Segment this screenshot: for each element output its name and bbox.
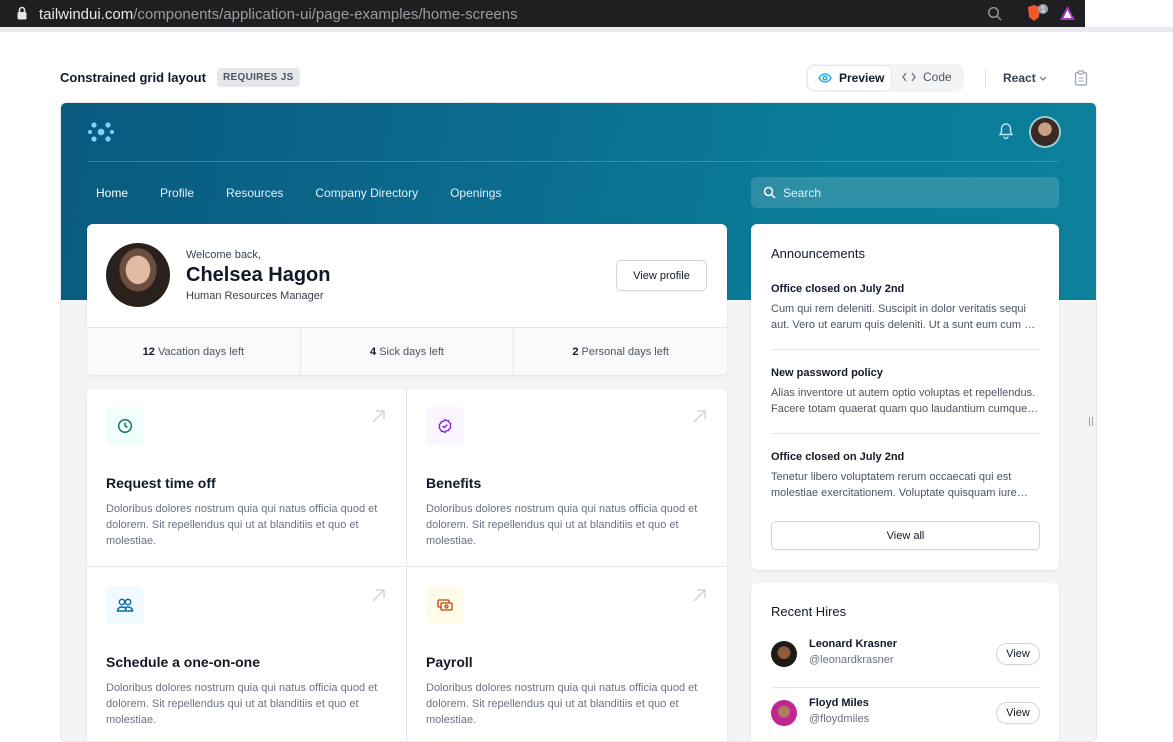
- brave-rewards-icon[interactable]: [1060, 6, 1075, 20]
- preview-tab[interactable]: Preview: [807, 65, 892, 91]
- arrow-up-right-icon: [693, 410, 706, 423]
- hire-handle: @leonardkrasner: [809, 654, 894, 666]
- arrow-up-right-icon: [372, 410, 385, 423]
- profile-role: Human Resources Manager: [186, 290, 324, 302]
- announcement-body: Tenetur libero voluptatem rerum occaecat…: [771, 471, 1017, 499]
- announcement-item[interactable]: Office closed on July 2nd Cum qui rem de…: [771, 283, 1040, 350]
- view-profile-button[interactable]: View profile: [616, 260, 707, 291]
- action-payroll[interactable]: Payroll Doloribus dolores nostrum quia q…: [407, 568, 727, 741]
- announcement-body: Cum qui rem deleniti. Suscipit in dolor …: [771, 303, 1034, 331]
- main-nav: Home Profile Resources Company Directory…: [87, 178, 524, 209]
- stat-vacation: 12 Vacation days left: [87, 328, 301, 375]
- arrow-up-right-icon: [693, 589, 706, 602]
- requires-js-badge: REQUIRES JS: [217, 68, 300, 87]
- badge-check-icon: [426, 407, 464, 445]
- toolbar-divider: [985, 68, 986, 88]
- announcement-item[interactable]: Office closed on July 2nd Tenetur libero…: [771, 451, 1040, 501]
- users-icon: [106, 586, 144, 624]
- action-title: Request time off: [106, 475, 216, 491]
- action-title: Payroll: [426, 654, 473, 670]
- browser-toolbar: tailwindui.com/components/application-ui…: [0, 0, 1085, 27]
- stats-bar: 12 Vacation days left 4 Sick days left 2…: [87, 327, 727, 375]
- recent-hires-card: Recent Hires Leonard Krasner @leonardkra…: [751, 583, 1059, 741]
- chevron-down-icon: [1039, 76, 1047, 81]
- clipboard-icon[interactable]: [1074, 70, 1088, 86]
- hire-row: Floyd Miles @floydmiles View: [771, 695, 1040, 741]
- code-label: Code: [923, 70, 952, 84]
- lock-icon: [17, 6, 27, 20]
- hire-row: Leonard Krasner @leonardkrasner View: [771, 636, 1040, 688]
- avatar: [771, 700, 797, 726]
- recent-hires-title: Recent Hires: [771, 604, 847, 619]
- view-hire-button[interactable]: View: [996, 702, 1040, 724]
- clock-icon: [106, 407, 144, 445]
- actions-grid: Request time off Doloribus dolores nostr…: [87, 389, 727, 741]
- action-description: Doloribus dolores nostrum quia qui natus…: [106, 503, 378, 547]
- nav-item-company-directory[interactable]: Company Directory: [306, 178, 427, 209]
- announcements-title: Announcements: [771, 246, 865, 261]
- announcement-item[interactable]: New password policy Alias inventore ut a…: [771, 367, 1040, 434]
- action-request-time-off[interactable]: Request time off Doloribus dolores nostr…: [87, 389, 407, 567]
- profile-card: Welcome back, Chelsea Hagon Human Resour…: [87, 224, 727, 375]
- nav-item-profile[interactable]: Profile: [151, 178, 203, 209]
- logo-icon[interactable]: [88, 119, 114, 145]
- view-toggle: Preview Code: [806, 64, 964, 92]
- hire-name: Floyd Miles: [809, 697, 869, 709]
- resize-handle[interactable]: [1089, 417, 1093, 426]
- code-icon: [902, 72, 916, 82]
- action-description: Doloribus dolores nostrum quia qui natus…: [426, 503, 698, 547]
- framework-select[interactable]: React: [1003, 71, 1047, 85]
- search-input[interactable]: [783, 185, 1043, 200]
- brave-shield-icon[interactable]: 1: [1026, 4, 1050, 24]
- action-benefits[interactable]: Benefits Doloribus dolores nostrum quia …: [407, 389, 727, 567]
- eye-icon: [818, 73, 832, 83]
- welcome-text: Welcome back,: [186, 249, 261, 261]
- header-divider: [87, 161, 1058, 162]
- hire-handle: @floydmiles: [809, 713, 870, 725]
- announcements-card: Announcements Office closed on July 2nd …: [751, 224, 1059, 570]
- stat-sick: 4 Sick days left: [301, 328, 515, 375]
- announcement-body: Alias inventore ut autem optio voluptas …: [771, 387, 1036, 415]
- search-box: [751, 177, 1059, 208]
- action-description: Doloribus dolores nostrum quia qui natus…: [106, 682, 378, 726]
- hire-name: Leonard Krasner: [809, 638, 898, 650]
- code-tab[interactable]: Code: [902, 70, 952, 84]
- avatar: [771, 641, 797, 667]
- preview-label: Preview: [839, 71, 885, 85]
- view-hire-button[interactable]: View: [996, 643, 1040, 665]
- nav-item-openings[interactable]: Openings: [441, 178, 510, 209]
- nav-item-home[interactable]: Home: [87, 178, 137, 209]
- announcement-title: New password policy: [771, 367, 883, 379]
- url-host: tailwindui.com: [39, 6, 134, 23]
- nav-item-resources[interactable]: Resources: [217, 178, 292, 209]
- announcement-title: Office closed on July 2nd: [771, 451, 905, 463]
- user-avatar[interactable]: [1031, 118, 1059, 146]
- page-title: Constrained grid layout: [60, 70, 206, 85]
- browser-divider: [0, 27, 1173, 32]
- cash-icon: [426, 586, 464, 624]
- view-all-button[interactable]: View all: [771, 521, 1040, 550]
- stat-personal: 2 Personal days left: [572, 346, 669, 358]
- url-path: /components/application-ui/page-examples…: [133, 6, 518, 23]
- arrow-up-right-icon: [372, 589, 385, 602]
- action-schedule-one-on-one[interactable]: Schedule a one-on-one Doloribus dolores …: [87, 568, 407, 741]
- action-title: Schedule a one-on-one: [106, 654, 261, 670]
- announcement-title: Office closed on July 2nd: [771, 283, 905, 295]
- search-icon: [763, 186, 776, 199]
- svg-text:1: 1: [1041, 5, 1046, 14]
- search-icon[interactable]: [987, 6, 1002, 21]
- action-description: Doloribus dolores nostrum quia qui natus…: [426, 682, 698, 726]
- profile-name: Chelsea Hagon: [186, 264, 331, 286]
- address-bar[interactable]: tailwindui.com/components/application-ui…: [39, 6, 518, 23]
- profile-photo: [106, 243, 170, 307]
- preview-frame: Home Profile Resources Company Directory…: [60, 102, 1097, 742]
- action-title: Benefits: [426, 475, 482, 491]
- bell-icon[interactable]: [998, 122, 1014, 140]
